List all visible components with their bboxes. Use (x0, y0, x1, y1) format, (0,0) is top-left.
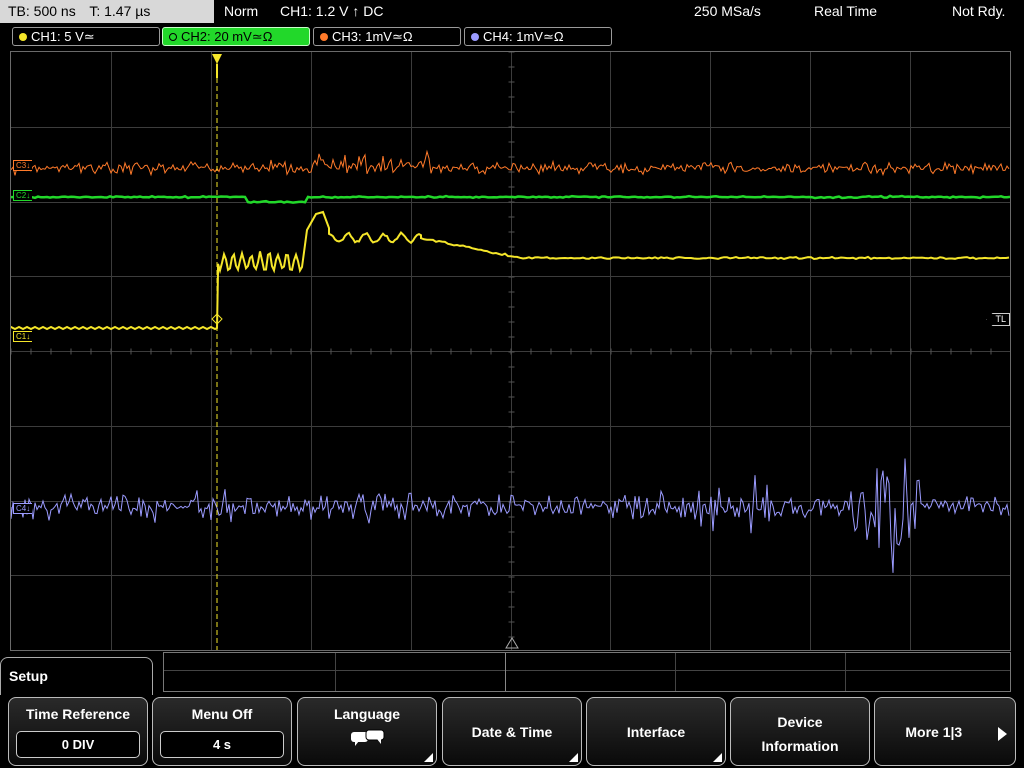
ch2-dot-icon (169, 33, 177, 41)
tab-ch3-label: CH3: 1mV≃Ω (332, 29, 413, 44)
sample-rate: 250 MSa/s (694, 3, 761, 19)
more-label: More 1|3 (905, 724, 963, 740)
tab-ch1[interactable]: CH1: 5 V≃ (12, 27, 160, 46)
device-information-button[interactable]: Device Information (730, 697, 870, 766)
tab-ch1-label: CH1: 5 V≃ (31, 29, 95, 44)
ch2-offset-marker[interactable]: C2↓ (13, 190, 33, 201)
submenu-corner-icon (713, 753, 722, 762)
strip-tick (845, 653, 846, 691)
ch1-trace (11, 210, 1010, 331)
time-reference-value: 0 DIV (16, 731, 140, 758)
overview-strip (163, 652, 1011, 692)
menu-title: Setup (0, 657, 153, 697)
waveform-display[interactable]: C3↓ C2↓ C1↓ C4↓ TL (10, 51, 1011, 651)
strip-center-tick (505, 653, 506, 691)
date-time-label: Date & Time (471, 724, 553, 740)
interface-button[interactable]: Interface (586, 697, 726, 766)
tab-ch2-label: CH2: 20 mV≃Ω (181, 29, 273, 44)
ch4-trace (11, 458, 1010, 573)
date-time-button[interactable]: Date & Time (442, 697, 582, 766)
menu-off-label: Menu Off (191, 706, 253, 722)
timebase-label: TB: 500 ns (8, 3, 76, 19)
next-page-icon (998, 727, 1007, 741)
menu-off-value: 4 s (160, 731, 284, 758)
strip-tick (335, 653, 336, 691)
tab-ch3[interactable]: CH3: 1mV≃Ω (313, 27, 461, 46)
submenu-corner-icon (424, 753, 433, 762)
grid (11, 52, 1010, 650)
time-reference-label: Time Reference (25, 706, 130, 722)
status-bar: TB: 500 ns T: 1.47 µs Norm CH1: 1.2 V ↑ … (0, 0, 1024, 24)
timebase-box[interactable]: TB: 500 ns T: 1.47 µs (0, 0, 214, 23)
ch1-dot-icon (19, 33, 27, 41)
ch3-dot-icon (320, 33, 328, 41)
speech-bubbles-icon (351, 729, 385, 746)
trigger-mode[interactable]: Norm (224, 0, 258, 23)
trigger-time-label: T: 1.47 µs (89, 3, 151, 19)
acquisition-state: Not Rdy. (952, 3, 1006, 19)
language-button[interactable]: Language (297, 697, 437, 766)
tab-ch4-label: CH4: 1mV≃Ω (483, 29, 564, 44)
ch4-offset-marker[interactable]: C4↓ (13, 503, 33, 514)
waveform-canvas (11, 52, 1010, 650)
channel-tabs: CH1: 5 V≃ CH2: 20 mV≃Ω CH3: 1mV≃Ω CH4: 1… (0, 26, 1024, 48)
trigger-setting[interactable]: CH1: 1.2 V ↑ DC (280, 0, 383, 23)
ch4-dot-icon (471, 33, 479, 41)
strip-divider (164, 670, 1010, 671)
time-reference-button[interactable]: Time Reference 0 DIV (8, 697, 148, 766)
menu-off-button[interactable]: Menu Off 4 s (152, 697, 292, 766)
acquisition-mode: Real Time (814, 3, 878, 19)
submenu-corner-icon (569, 753, 578, 762)
device-information-label-1: Device (777, 714, 823, 730)
tab-ch4[interactable]: CH4: 1mV≃Ω (464, 27, 612, 46)
ch1-offset-marker[interactable]: C1↓ (13, 331, 33, 342)
interface-label: Interface (626, 724, 686, 740)
tab-ch2[interactable]: CH2: 20 mV≃Ω (162, 27, 310, 46)
softkey-bar: Time Reference 0 DIV Menu Off 4 s Langua… (0, 695, 1024, 768)
strip-tick (675, 653, 676, 691)
language-label: Language (333, 706, 401, 722)
device-information-label-2: Information (761, 738, 839, 754)
ch3-offset-marker[interactable]: C3↓ (13, 160, 33, 171)
more-button[interactable]: More 1|3 (874, 697, 1016, 766)
trigger-position-icon[interactable] (212, 54, 222, 64)
